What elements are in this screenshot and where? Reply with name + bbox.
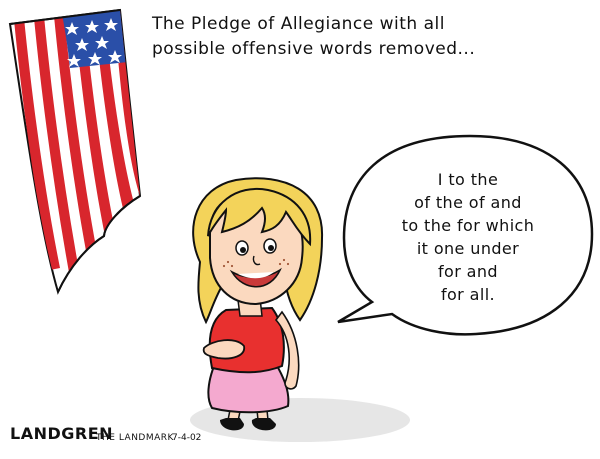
bubble-line-1: I to the [437, 170, 499, 189]
bubble-line-6: for all. [440, 285, 496, 304]
bubble-line-2: of the of and [414, 193, 522, 212]
speech-bubble-text: I to the of the of and to the for which … [350, 168, 586, 306]
american-flag [8, 8, 142, 295]
publication-credit: THE LANDMARK [96, 433, 174, 443]
caption-line-2: possible offensive words removed... [152, 39, 476, 59]
caption-line-1: The Pledge of Allegiance with all [152, 14, 445, 34]
cartoon-caption: The Pledge of Allegiance with all possib… [152, 12, 592, 62]
bubble-line-3: to the for which [401, 216, 535, 235]
bubble-line-4: it one under [416, 239, 520, 258]
signature-date: 7-4-02 [172, 433, 202, 443]
bubble-line-5: for and [438, 262, 498, 281]
